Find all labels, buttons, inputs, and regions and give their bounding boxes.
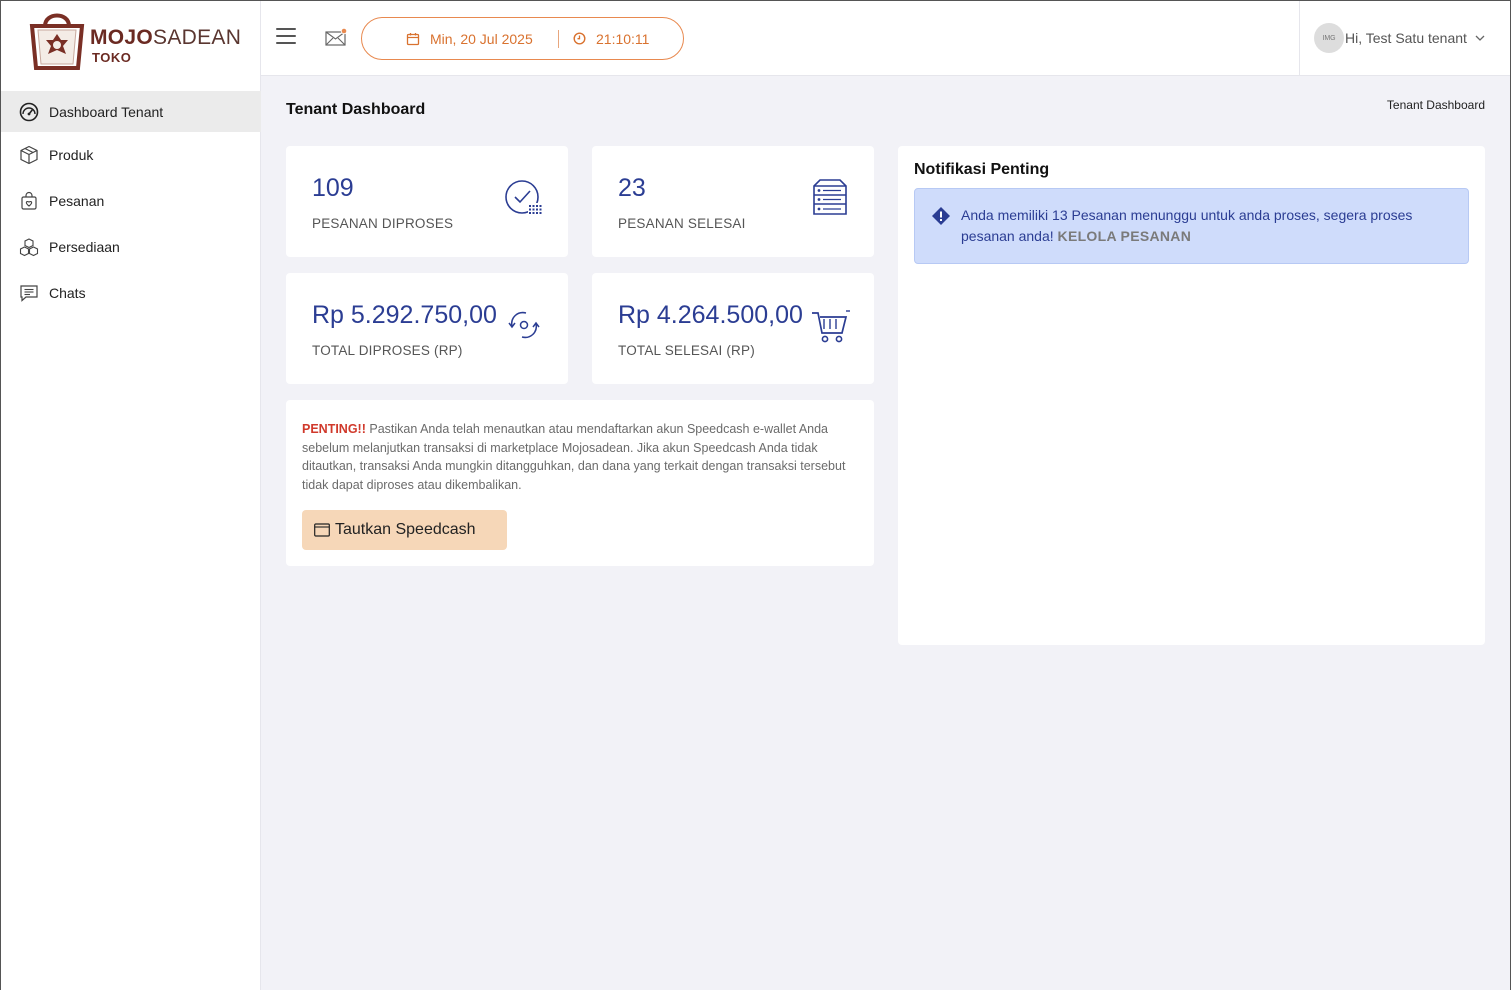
sidebar: MOJOSADEAN TOKO Dashboard Tenant Produk … [0, 0, 261, 990]
wallet-icon [314, 523, 330, 537]
chat-icon [18, 282, 40, 304]
top-header: Min, 20 Jul 2025 21:10:11 IMG Hi, Test S… [261, 0, 1511, 76]
stat-label: PESANAN DIPROSES [312, 216, 454, 231]
sidebar-item-produk[interactable]: Produk [0, 132, 261, 178]
stat-label: TOTAL DIPROSES (RP) [312, 343, 463, 358]
stat-value: Rp 5.292.750,00 [312, 301, 497, 329]
alert-text: Anda memiliki 13 Pesanan menunggu untuk … [961, 205, 1451, 247]
brand-sub: TOKO [92, 50, 132, 65]
speedcash-warning-card: PENTING!! Pastikan Anda telah menautkan … [286, 400, 874, 566]
link-speedcash-button[interactable]: Tautkan Speedcash [302, 510, 507, 550]
box-icon [18, 144, 40, 166]
notifications-title: Notifikasi Penting [914, 161, 1050, 178]
brand-name-part1: MOJO [90, 26, 154, 49]
sidebar-item-label: Pesanan [49, 193, 105, 209]
time-text: 21:10:11 [596, 30, 650, 47]
menu-toggle-icon[interactable] [276, 28, 296, 46]
stat-value: Rp 4.264.500,00 [618, 301, 803, 329]
clock-icon [573, 32, 586, 45]
speedometer-icon [18, 101, 40, 123]
stat-value: 109 [312, 174, 354, 202]
user-menu[interactable]: IMG Hi, Test Satu tenant [1299, 0, 1511, 76]
stat-card-pesanan-diproses: 109 PESANAN DIPROSES [286, 146, 568, 257]
manage-orders-link[interactable]: KELOLA PESANAN [1058, 228, 1192, 244]
check-clock-icon [505, 180, 542, 214]
breadcrumb[interactable]: Tenant Dashboard [1387, 98, 1485, 112]
stat-label: TOTAL SELESAI (RP) [618, 343, 755, 358]
stat-card-total-diproses: Rp 5.292.750,00 TOTAL DIPROSES (RP) [286, 273, 568, 384]
warning-diamond-icon [932, 207, 950, 225]
notifications-card: Notifikasi Penting Anda memiliki 13 Pesa… [898, 146, 1485, 645]
pending-orders-alert: Anda memiliki 13 Pesanan menunggu untuk … [914, 188, 1469, 264]
time-display: 21:10:11 [559, 31, 649, 47]
sidebar-item-label: Chats [49, 285, 86, 301]
shopping-bag-logo-icon [29, 13, 85, 70]
warning-text: PENTING!! Pastikan Anda telah menautkan … [302, 420, 857, 494]
sidebar-item-chats[interactable]: Chats [0, 270, 261, 316]
sidebar-nav: Dashboard Tenant Produk Pesanan Persedia… [0, 91, 261, 316]
boxes-icon [18, 236, 40, 258]
refresh-icon [508, 311, 540, 339]
server-icon [813, 179, 847, 215]
cart-icon [812, 310, 850, 343]
logo[interactable]: MOJOSADEAN TOKO [28, 6, 241, 72]
sidebar-item-label: Produk [49, 147, 94, 163]
date-text: Min, 20 Jul 2025 [430, 30, 533, 47]
link-speedcash-label: Tautkan Speedcash [335, 521, 476, 538]
stat-label: PESANAN SELESAI [618, 216, 746, 231]
user-greeting: Hi, Test Satu tenant [1345, 30, 1467, 46]
page-title: Tenant Dashboard [286, 101, 426, 118]
brand-name: MOJOSADEAN [90, 26, 241, 50]
avatar: IMG [1314, 23, 1344, 53]
brand-name-part2: SADEAN [153, 26, 242, 49]
shopping-bag-icon [18, 190, 40, 212]
sidebar-item-pesanan[interactable]: Pesanan [0, 178, 261, 224]
sidebar-item-persediaan[interactable]: Persediaan [0, 224, 261, 270]
date-display: Min, 20 Jul 2025 [362, 29, 559, 48]
warning-prefix: PENTING!! [302, 422, 366, 436]
stat-card-total-selesai: Rp 4.264.500,00 TOTAL SELESAI (RP) [592, 273, 874, 384]
warning-body: Pastikan Anda telah menautkan atau menda… [302, 422, 846, 492]
mail-notification-icon[interactable] [325, 27, 349, 47]
sidebar-item-label: Persediaan [49, 239, 120, 255]
sidebar-item-label: Dashboard Tenant [49, 103, 164, 120]
datetime-pill: Min, 20 Jul 2025 21:10:11 [361, 17, 684, 60]
stat-value: 23 [618, 174, 646, 202]
chevron-down-icon [1475, 35, 1485, 41]
stat-card-pesanan-selesai: 23 PESANAN SELESAI [592, 146, 874, 257]
sidebar-item-dashboard-tenant[interactable]: Dashboard Tenant [0, 91, 261, 132]
calendar-icon [406, 32, 420, 45]
